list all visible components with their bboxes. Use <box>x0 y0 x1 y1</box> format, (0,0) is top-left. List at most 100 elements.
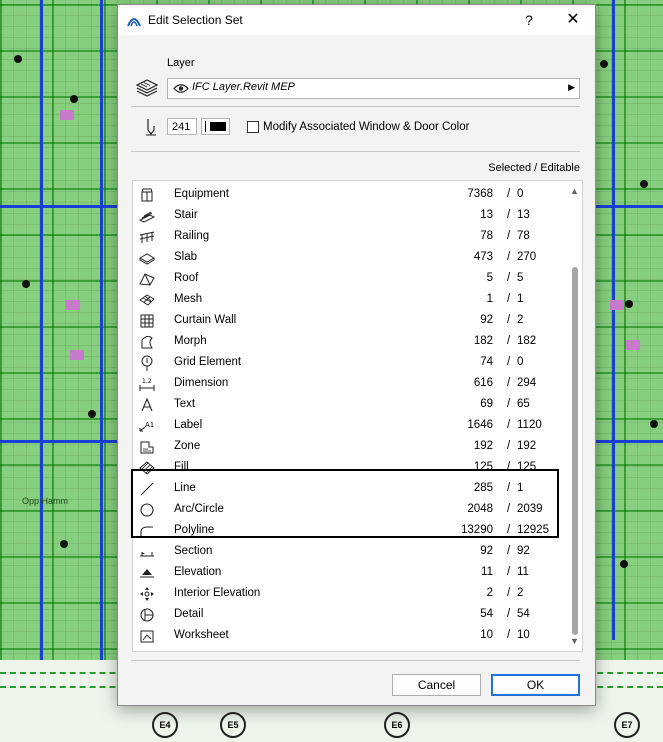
curtain-wall-icon <box>140 314 154 328</box>
element-type-name: Interior Elevation <box>174 587 261 599</box>
canvas-text: Opp Hamm <box>22 496 69 506</box>
title-bar[interactable]: Edit Selection Set ? ✕ <box>118 5 595 35</box>
scroll-up-arrow-icon[interactable]: ▲ <box>570 186 579 196</box>
count-separator: / <box>507 251 511 263</box>
selected-count: 92 <box>480 314 493 326</box>
editable-count: 192 <box>517 440 537 452</box>
editable-count: 11 <box>517 566 529 578</box>
divider <box>131 660 580 661</box>
count-separator: / <box>507 335 511 347</box>
railing-icon <box>139 231 155 243</box>
equipment-icon <box>141 188 153 202</box>
selected-count: 74 <box>480 356 493 368</box>
editable-count: 270 <box>517 251 537 263</box>
selected-count: 616 <box>473 377 493 389</box>
count-separator: / <box>507 377 511 389</box>
morph-icon <box>141 335 153 349</box>
scrollbar-thumb[interactable] <box>572 267 578 635</box>
editable-count: 0 <box>517 356 524 368</box>
modify-window-door-color-checkbox[interactable] <box>247 121 259 133</box>
list-item[interactable]: Detail 54 / 54 <box>133 604 566 625</box>
selected-count: 7368 <box>467 188 493 200</box>
list-item[interactable]: Morph 182 / 182 <box>133 331 566 352</box>
elevation-icon <box>140 569 154 578</box>
list-scrollbar[interactable]: ▲ ▼ <box>567 181 582 651</box>
editable-count: 13 <box>517 209 530 221</box>
slab-icon <box>139 253 155 265</box>
count-separator: / <box>507 188 511 200</box>
element-type-name: Dimension <box>174 377 229 389</box>
list-item[interactable]: Stair 13 / 13 <box>133 205 566 226</box>
roof-icon <box>139 273 155 286</box>
dialog-title: Edit Selection Set <box>148 13 243 27</box>
count-separator: / <box>507 209 511 221</box>
selected-count: 473 <box>473 251 493 263</box>
list-item[interactable]: Grid Element 74 / 0 <box>133 352 566 373</box>
eye-icon <box>173 84 189 93</box>
editable-count: 10 <box>517 629 530 641</box>
layer-heading: Layer <box>167 57 195 69</box>
list-item[interactable]: Equipment 7368 / 0 <box>133 184 566 205</box>
list-item[interactable]: Elevation 11 / 11 <box>133 562 566 583</box>
element-type-name: Roof <box>174 272 199 284</box>
close-button[interactable]: ✕ <box>560 8 586 32</box>
element-type-name: Stair <box>174 209 198 221</box>
selected-count: 192 <box>473 440 493 452</box>
list-item[interactable]: Text 69 / 65 <box>133 394 566 415</box>
count-separator: / <box>507 314 511 326</box>
editable-count: 92 <box>517 545 530 557</box>
editable-count: 2 <box>517 587 524 599</box>
cancel-button[interactable]: Cancel <box>392 674 481 696</box>
mesh-icon <box>139 294 155 306</box>
section-icon <box>140 552 154 557</box>
ok-button[interactable]: OK <box>491 674 580 696</box>
selected-count: 1646 <box>467 419 493 431</box>
list-item[interactable]: Railing 78 / 78 <box>133 226 566 247</box>
count-separator: / <box>507 230 511 242</box>
list-item[interactable]: Curtain Wall 92 / 2 <box>133 310 566 331</box>
svg-text:A1: A1 <box>145 421 154 429</box>
dimension-icon: 1.2 <box>139 378 155 391</box>
divider <box>131 106 580 107</box>
list-item[interactable]: Zone 192 / 192 <box>133 436 566 457</box>
element-type-name: Grid Element <box>174 356 242 368</box>
list-item[interactable]: Roof 5 / 5 <box>133 268 566 289</box>
editable-count: 182 <box>517 335 537 347</box>
list-item[interactable]: Slab 473 / 270 <box>133 247 566 268</box>
list-item[interactable]: Section 92 / 92 <box>133 541 566 562</box>
stair-icon <box>139 211 155 223</box>
editable-count: 5 <box>517 272 524 284</box>
list-item[interactable]: 1.2 Dimension 616 / 294 <box>133 373 566 394</box>
edit-selection-set-dialog: Edit Selection Set ? ✕ Layer IFC Layer.R… <box>117 4 596 706</box>
chevron-right-icon: ▶ <box>568 82 575 92</box>
element-type-name: Slab <box>174 251 198 263</box>
help-button[interactable]: ? <box>516 8 542 32</box>
grid-bubble: E5 <box>220 712 246 738</box>
pen-color-swatch[interactable] <box>201 118 230 135</box>
editable-count: 78 <box>517 230 530 242</box>
zone-icon <box>140 441 154 454</box>
list-item[interactable]: Worksheet 10 / 10 <box>133 625 566 646</box>
layer-dropdown[interactable]: IFC Layer.Revit MEP ▶ <box>167 78 580 99</box>
element-type-name: Morph <box>174 335 207 347</box>
label-icon: A1 <box>139 421 154 432</box>
wall-line <box>100 0 103 680</box>
divider <box>131 151 580 152</box>
pen-number-field[interactable]: 241 <box>167 118 197 135</box>
list-item[interactable]: A1 Label 1646 / 1120 <box>133 415 566 436</box>
selected-count: 5 <box>486 272 493 284</box>
scroll-down-arrow-icon[interactable]: ▼ <box>570 636 579 646</box>
element-type-name: Text <box>174 398 196 410</box>
editable-count: 2 <box>517 314 524 326</box>
selected-count: 1 <box>486 293 493 305</box>
selected-editable-header: Selected / Editable <box>488 162 580 174</box>
selected-count: 69 <box>480 398 493 410</box>
svg-text:1.2: 1.2 <box>142 378 152 385</box>
element-type-name: Detail <box>174 608 204 620</box>
grid-bubble: E6 <box>384 712 410 738</box>
element-type-list[interactable]: ▲ ▼ Equipment 7368 / 0 Stair 13 / 13 Railing 78 / 7… <box>132 180 583 652</box>
element-type-name: Label <box>174 419 203 431</box>
list-item[interactable]: Interior Elevation 2 / 2 <box>133 583 566 604</box>
list-item[interactable]: Mesh 1 / 1 <box>133 289 566 310</box>
grid-element-icon <box>141 355 153 371</box>
